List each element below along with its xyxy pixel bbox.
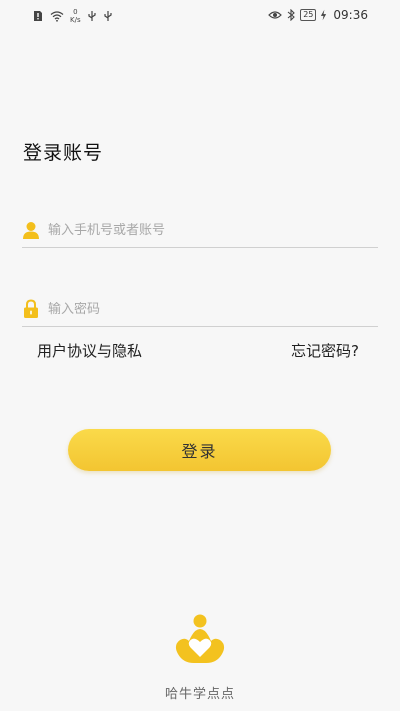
wifi-icon (50, 11, 64, 22)
sim-alert-icon (34, 11, 42, 21)
status-bar-right: 25 09:36 (268, 8, 368, 22)
battery-level: 25 (300, 9, 317, 21)
account-input[interactable] (48, 222, 348, 238)
charging-icon (321, 9, 327, 21)
bluetooth-icon (287, 9, 296, 21)
lock-icon (22, 299, 40, 319)
network-speed-unit: K/s (70, 16, 81, 24)
password-input[interactable] (48, 301, 348, 317)
status-bar-left: 0 K/s (32, 8, 113, 24)
login-button[interactable]: 登录 (68, 429, 331, 471)
network-speed-value: 0 (73, 8, 78, 16)
password-field (22, 292, 378, 327)
status-bar: 0 K/s 25 09:36 (0, 0, 400, 30)
app-name: 哈牛学点点 (164, 687, 235, 702)
usb-icon (104, 11, 112, 21)
page-title: 登录账号 (23, 142, 104, 164)
app-logo-icon (175, 614, 225, 663)
user-icon (22, 220, 40, 240)
forgot-password-link[interactable]: 忘记密码? (291, 340, 359, 361)
link-row: 用户协议与隐私 忘记密码? (37, 340, 359, 361)
eye-icon (268, 11, 283, 19)
account-field (22, 213, 378, 248)
network-speed: 0 K/s (70, 8, 81, 24)
usb-icon (88, 11, 96, 21)
user-agreement-link[interactable]: 用户协议与隐私 (37, 340, 142, 361)
clock: 09:36 (333, 8, 368, 22)
